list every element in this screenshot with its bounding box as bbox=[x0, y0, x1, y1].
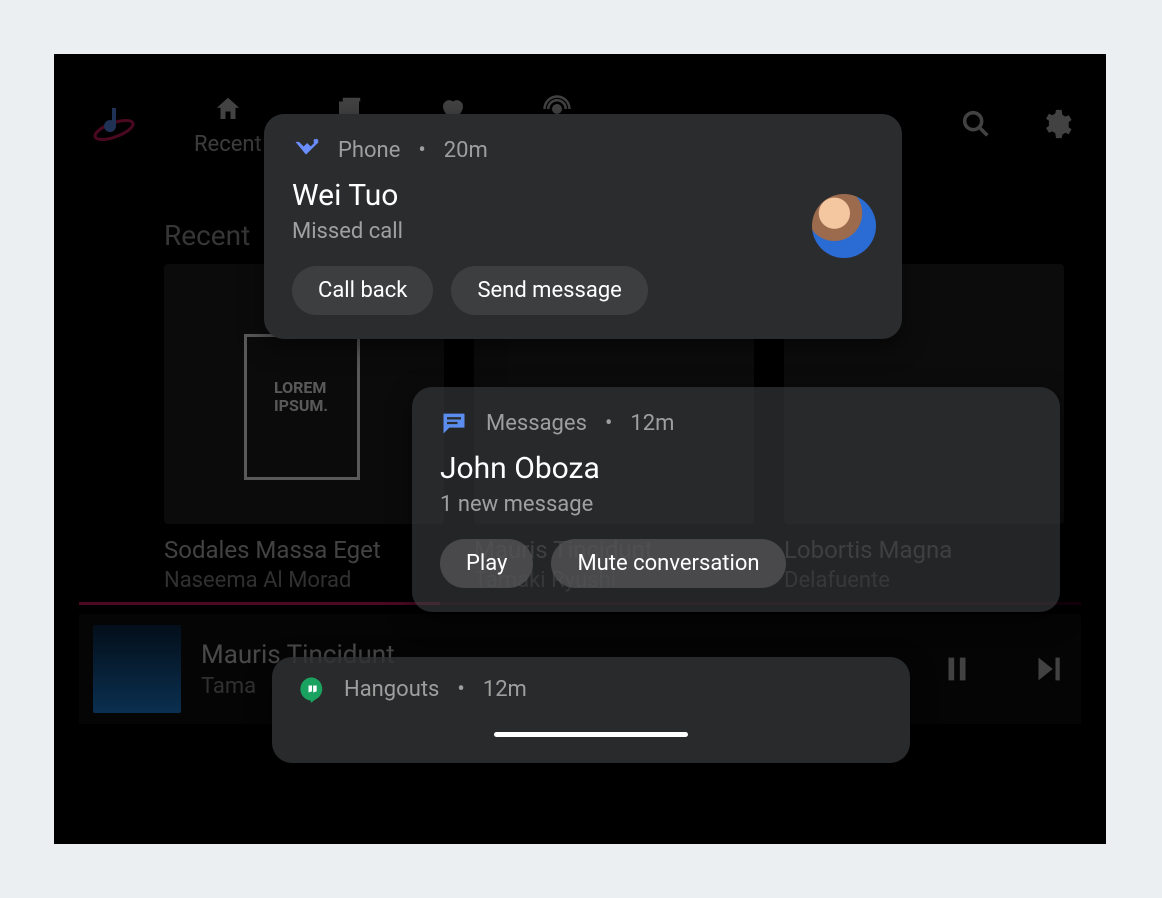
card-subtitle: Naseema Al Morad bbox=[164, 568, 444, 593]
playback-progress-fill bbox=[79, 602, 440, 605]
play-button[interactable]: Play bbox=[440, 539, 533, 588]
notification-title: Wei Tuo bbox=[292, 178, 874, 213]
notification-time: 20m bbox=[444, 138, 488, 163]
notification-header: Phone • 20m bbox=[292, 136, 874, 164]
send-message-button[interactable]: Send message bbox=[451, 266, 647, 315]
now-playing-art bbox=[93, 625, 181, 713]
notification-time: 12m bbox=[483, 677, 527, 702]
dot-separator: • bbox=[605, 411, 612, 436]
notification-app-name: Hangouts bbox=[344, 677, 439, 702]
notification-actions: Play Mute conversation bbox=[440, 539, 1032, 588]
pause-icon[interactable] bbox=[937, 649, 977, 689]
avatar bbox=[812, 194, 876, 258]
notification-app-name: Messages bbox=[486, 411, 587, 436]
dot-separator: • bbox=[457, 677, 464, 702]
notification-subtitle: 1 new message bbox=[440, 492, 1032, 517]
app-logo-icon bbox=[84, 94, 144, 154]
notification-title: John Oboza bbox=[440, 451, 1032, 486]
tab-label: Recent bbox=[194, 132, 262, 157]
gear-icon[interactable] bbox=[1036, 104, 1076, 144]
search-icon[interactable] bbox=[956, 104, 996, 144]
notification-header: Messages • 12m bbox=[440, 409, 1032, 437]
section-title: Recent bbox=[164, 219, 250, 252]
notification-actions: Call back Send message bbox=[292, 266, 874, 315]
notification-phone[interactable]: Phone • 20m Wei Tuo Missed call Call bac… bbox=[264, 114, 902, 339]
skip-next-icon[interactable] bbox=[1027, 649, 1067, 689]
home-icon bbox=[211, 92, 245, 126]
now-playing-controls bbox=[937, 649, 1067, 689]
messages-icon bbox=[440, 409, 468, 437]
grab-handle[interactable] bbox=[494, 732, 688, 737]
dot-separator: • bbox=[418, 138, 425, 163]
tab-recent[interactable]: Recent bbox=[194, 92, 262, 157]
missed-call-icon bbox=[292, 136, 320, 164]
notification-messages[interactable]: Messages • 12m John Oboza 1 new message … bbox=[412, 387, 1060, 612]
card-title: Sodales Massa Eget bbox=[164, 536, 444, 564]
stage: Recent Recent bbox=[0, 0, 1162, 898]
notification-subtitle: Missed call bbox=[292, 219, 874, 244]
device-screen: Recent Recent bbox=[54, 54, 1106, 844]
notification-hangouts[interactable]: Hangouts • 12m bbox=[272, 657, 910, 763]
notification-header: Hangouts • 12m bbox=[298, 675, 884, 703]
hangouts-icon bbox=[298, 675, 326, 703]
notification-time: 12m bbox=[630, 411, 674, 436]
call-back-button[interactable]: Call back bbox=[292, 266, 433, 315]
mute-conversation-button[interactable]: Mute conversation bbox=[551, 539, 785, 588]
artwork-label: LOREM IPSUM. bbox=[274, 379, 328, 414]
top-actions bbox=[956, 104, 1076, 144]
notification-app-name: Phone bbox=[338, 138, 400, 163]
